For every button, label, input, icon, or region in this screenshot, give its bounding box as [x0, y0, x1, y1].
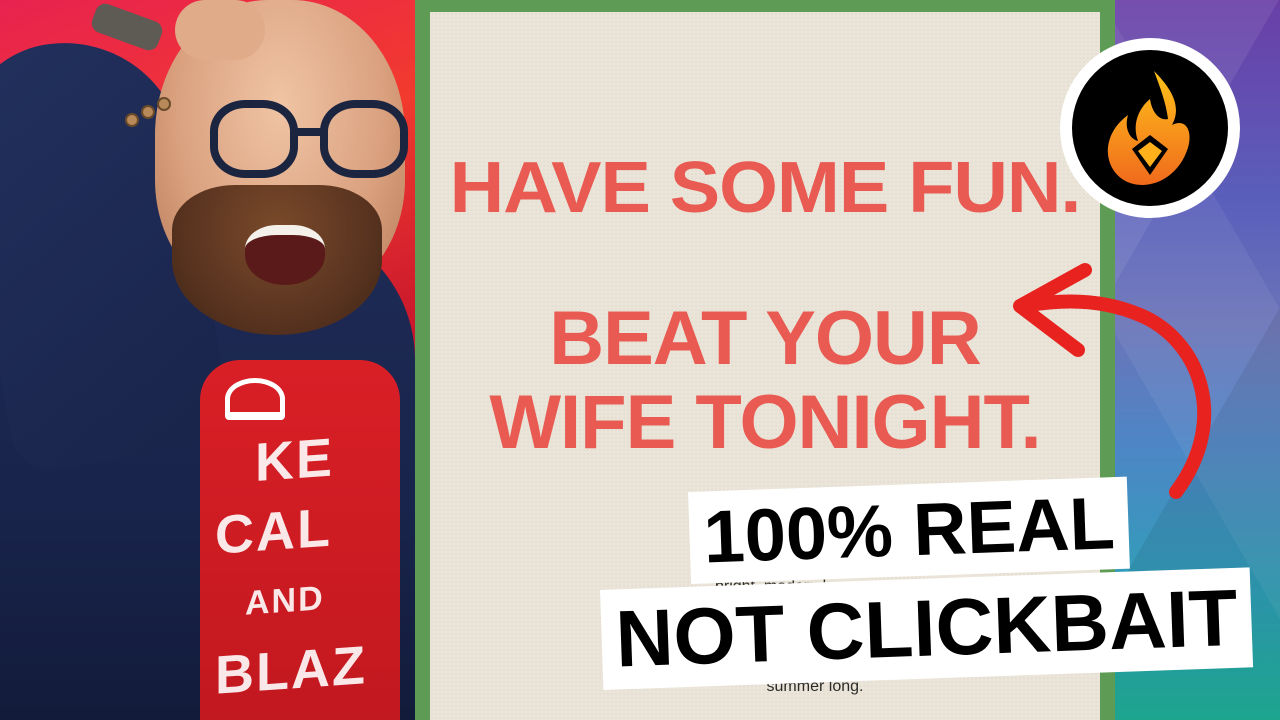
- shirt-print-line: KE: [255, 427, 335, 493]
- sleeve-buttons: [125, 95, 185, 131]
- ad-headline-1: HAVE SOME FUN.: [449, 148, 1082, 228]
- wristwatch: [88, 0, 166, 54]
- hand: [175, 0, 265, 60]
- caption-line-1: 100% REAL: [688, 476, 1131, 584]
- shirt-print-text: KE CAL AND BLAZ: [215, 379, 380, 711]
- flame-logo-icon: [1107, 71, 1190, 185]
- shirt-print-line: AND: [245, 579, 325, 623]
- open-mouth: [245, 225, 325, 285]
- logo-background: [1072, 50, 1228, 206]
- ad-headline-2-line: BEAT YOUR: [549, 296, 982, 381]
- ad-headline-2: BEAT YOUR WIFE TONIGHT.: [430, 297, 1100, 465]
- presenter-photo: KE CAL AND BLAZ: [0, 0, 430, 720]
- shirt-print-line: CAL: [215, 497, 332, 566]
- shirt-print-line: BLAZ: [215, 635, 367, 706]
- channel-logo: [1060, 38, 1240, 218]
- ad-headline-3-line: WIFE TONIGHT.: [489, 380, 1041, 465]
- glasses: [210, 100, 420, 190]
